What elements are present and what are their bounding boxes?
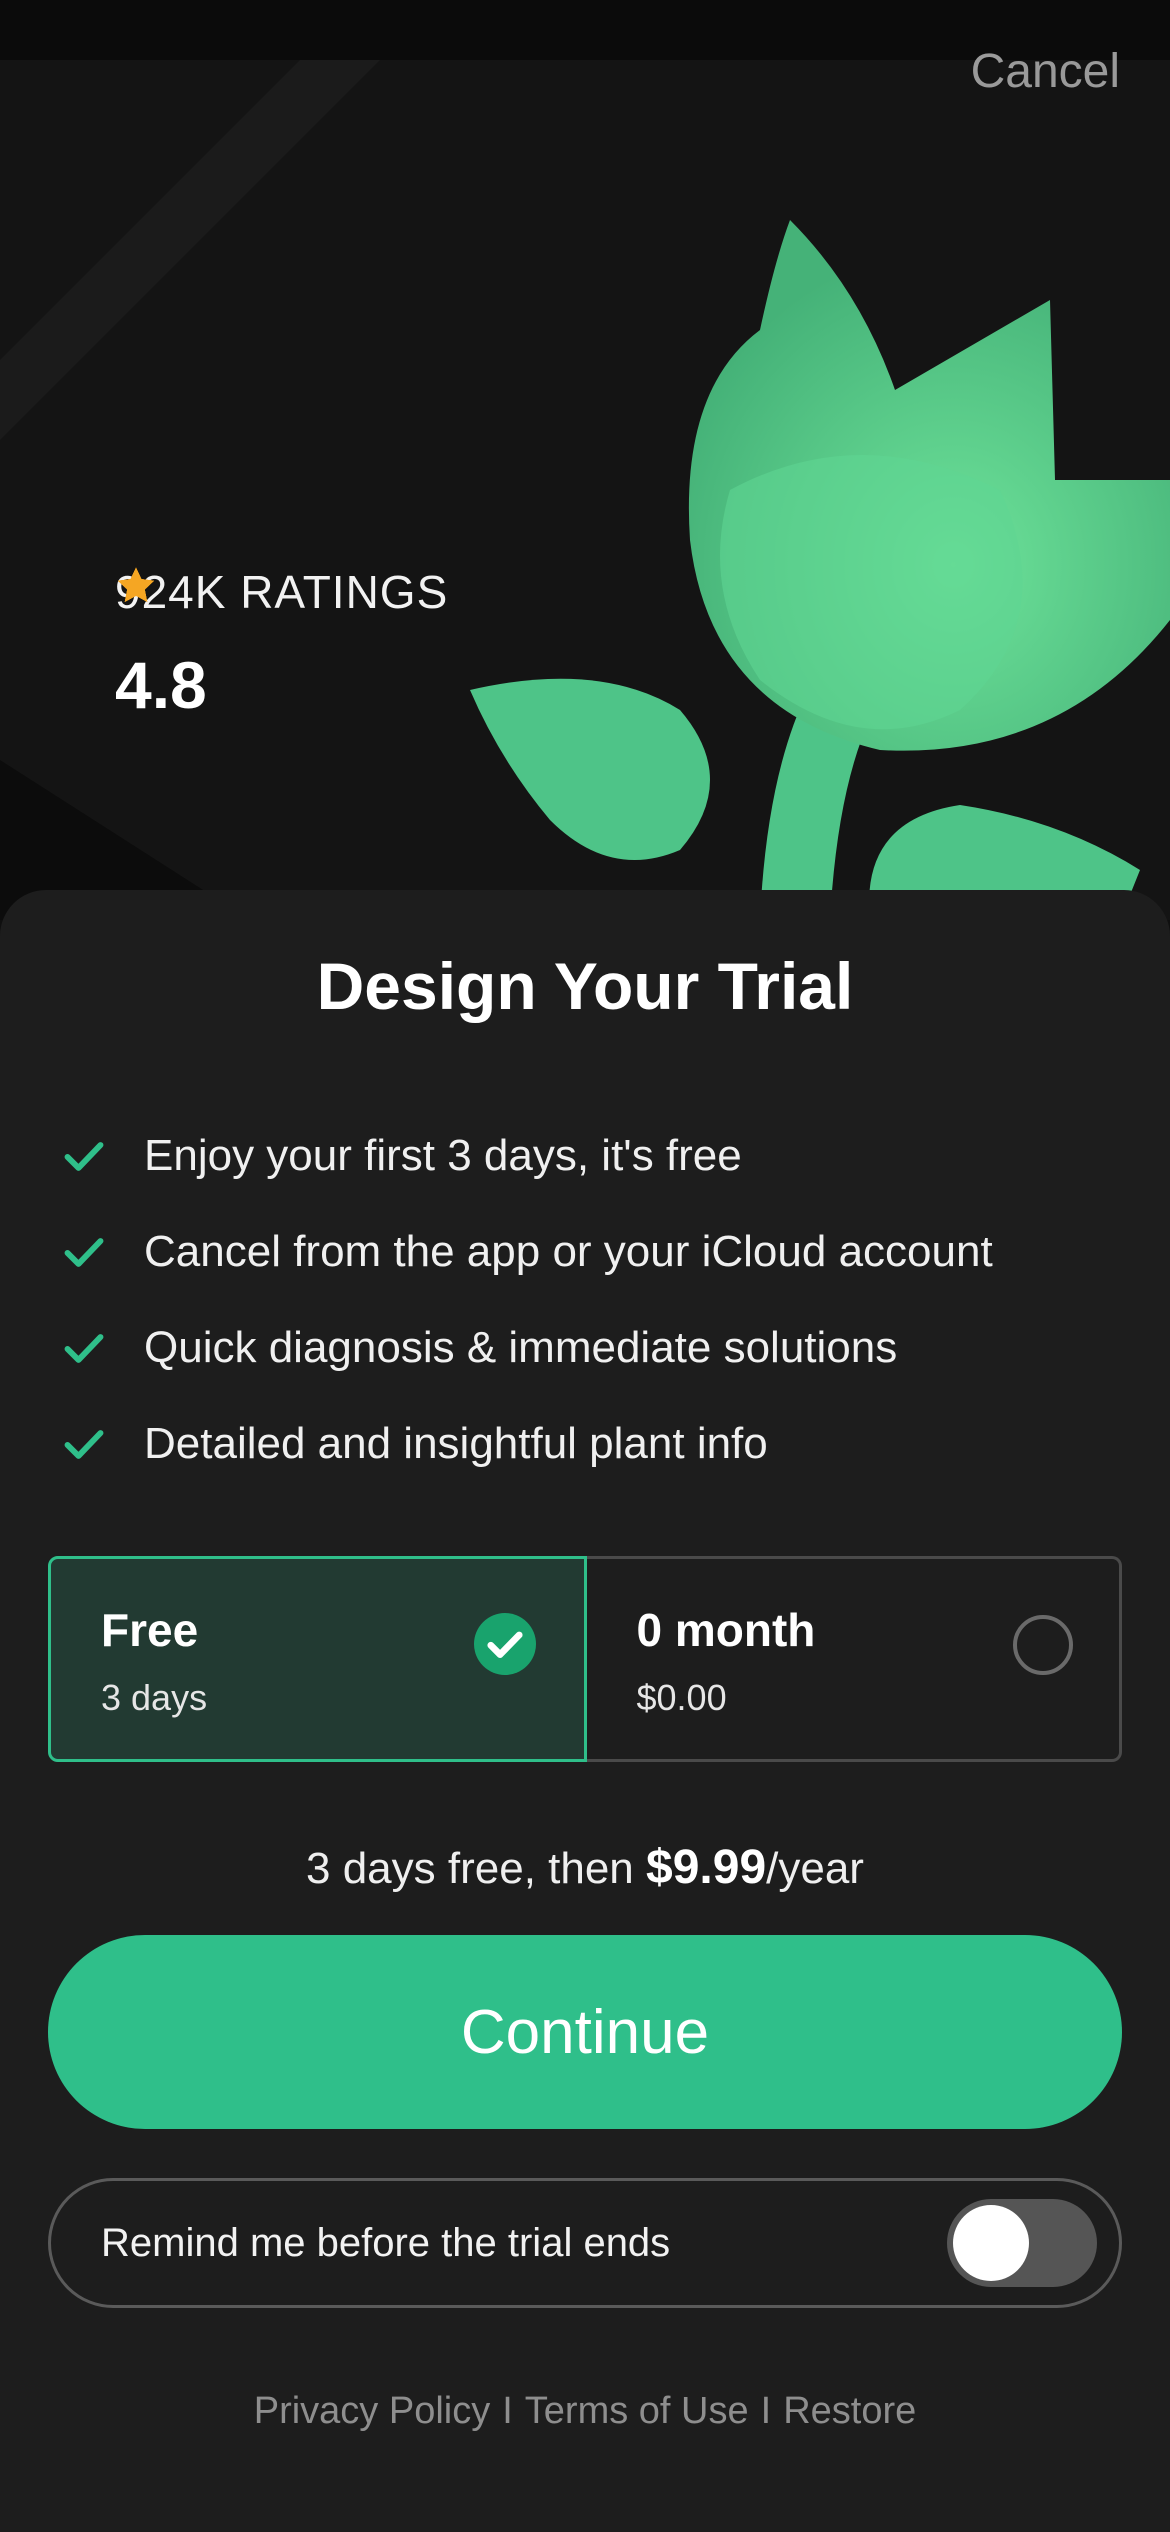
remind-row: Remind me before the trial ends bbox=[48, 2178, 1122, 2308]
footer-separator: I bbox=[760, 2390, 772, 2432]
footer-links: Privacy Policy I Terms of Use I Restore bbox=[0, 2390, 1170, 2433]
radio-unselected-icon bbox=[1013, 1615, 1073, 1675]
feature-item: Enjoy your first 3 days, it's free bbox=[62, 1108, 993, 1204]
continue-button[interactable]: Continue bbox=[48, 1935, 1122, 2129]
plan-option-free[interactable]: Free 3 days bbox=[48, 1556, 587, 1762]
plan-option-month[interactable]: 0 month $0.00 bbox=[586, 1556, 1122, 1762]
plan-price: $0.00 bbox=[636, 1677, 727, 1718]
selected-check-icon bbox=[473, 1613, 536, 1675]
plan-selector: Free 3 days 0 month $0.00 bbox=[48, 1556, 1122, 1762]
price-summary: 3 days free, then $9.99/year bbox=[0, 1840, 1170, 1895]
feature-text: Quick diagnosis & immediate solutions bbox=[144, 1323, 898, 1372]
remind-label: Remind me before the trial ends bbox=[101, 2220, 671, 2265]
ratings-block: 924K RATINGS 4.8 bbox=[115, 565, 448, 739]
feature-text: Cancel from the app or your iCloud accou… bbox=[144, 1227, 993, 1276]
price-suffix: /year bbox=[766, 1844, 864, 1893]
star-icon bbox=[117, 567, 155, 602]
toggle-knob bbox=[953, 2205, 1029, 2281]
price-prefix: 3 days free, then bbox=[306, 1844, 647, 1893]
footer-separator: I bbox=[502, 2390, 513, 2432]
plan-name: Free bbox=[101, 1604, 199, 1656]
ratings-count: 924K RATINGS bbox=[115, 566, 449, 618]
feature-item: Detailed and insightful plant info bbox=[62, 1396, 993, 1492]
plan-duration: 3 days bbox=[101, 1677, 208, 1718]
page-title: Design Your Trial bbox=[316, 949, 854, 1023]
privacy-policy-link[interactable]: Privacy Policy bbox=[254, 2390, 491, 2432]
cancel-button[interactable]: Cancel bbox=[971, 44, 1120, 99]
feature-text: Detailed and insightful plant info bbox=[144, 1419, 768, 1468]
checkmark-icon bbox=[64, 1430, 104, 1459]
checkmark-icon bbox=[64, 1142, 104, 1171]
feature-item: Quick diagnosis & immediate solutions bbox=[62, 1300, 993, 1396]
terms-of-use-link[interactable]: Terms of Use bbox=[525, 2390, 749, 2432]
checkmark-icon bbox=[64, 1334, 104, 1363]
feature-item: Cancel from the app or your iCloud accou… bbox=[62, 1204, 993, 1300]
price-amount: $9.99 bbox=[646, 1841, 767, 1894]
remind-toggle[interactable] bbox=[947, 2199, 1097, 2287]
rating-value: 4.8 bbox=[115, 648, 207, 722]
trial-sheet: Design Your Trial Enjoy your first 3 day… bbox=[0, 890, 1170, 2532]
feature-text: Enjoy your first 3 days, it's free bbox=[144, 1131, 742, 1180]
checkmark-icon bbox=[64, 1238, 104, 1267]
hero-banner: 924K RATINGS 4.8 bbox=[0, 60, 1170, 920]
plant-illustration bbox=[0, 60, 1170, 920]
feature-list: Enjoy your first 3 days, it's free Cance… bbox=[62, 1108, 993, 1492]
restore-link[interactable]: Restore bbox=[783, 2390, 916, 2432]
plan-name: 0 month bbox=[636, 1604, 816, 1656]
